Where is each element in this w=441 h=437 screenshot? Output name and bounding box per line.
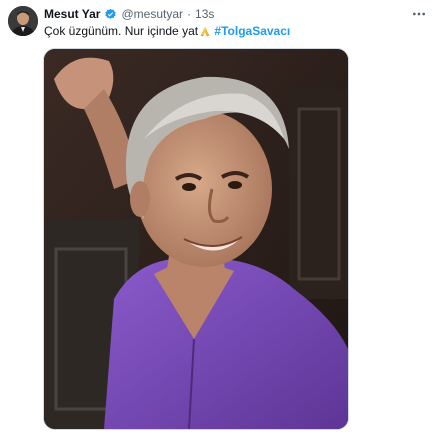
tweet-card[interactable]: Mesut Yar @mesutyar · 13s Çok üzgünüm. N… bbox=[0, 0, 441, 437]
praying-hands-icon bbox=[199, 25, 211, 37]
more-icon[interactable] bbox=[407, 5, 431, 23]
author-name[interactable]: Mesut Yar bbox=[44, 7, 100, 21]
tweet-body: Çok üzgünüm. Nur içinde yat bbox=[44, 24, 199, 38]
tweet-photo[interactable] bbox=[43, 48, 349, 430]
tweet-text: Çok üzgünüm. Nur içinde yat #TolgaSavacı bbox=[44, 23, 429, 39]
tweet-header: Mesut Yar @mesutyar · 13s bbox=[44, 6, 401, 22]
header-separator: · bbox=[187, 7, 192, 21]
hashtag-link[interactable]: #TolgaSavacı bbox=[214, 24, 290, 38]
avatar[interactable] bbox=[8, 6, 38, 36]
tweet-time[interactable]: 13s bbox=[195, 7, 214, 21]
author-handle[interactable]: @mesutyar bbox=[121, 7, 183, 21]
verified-badge-icon bbox=[104, 8, 117, 21]
